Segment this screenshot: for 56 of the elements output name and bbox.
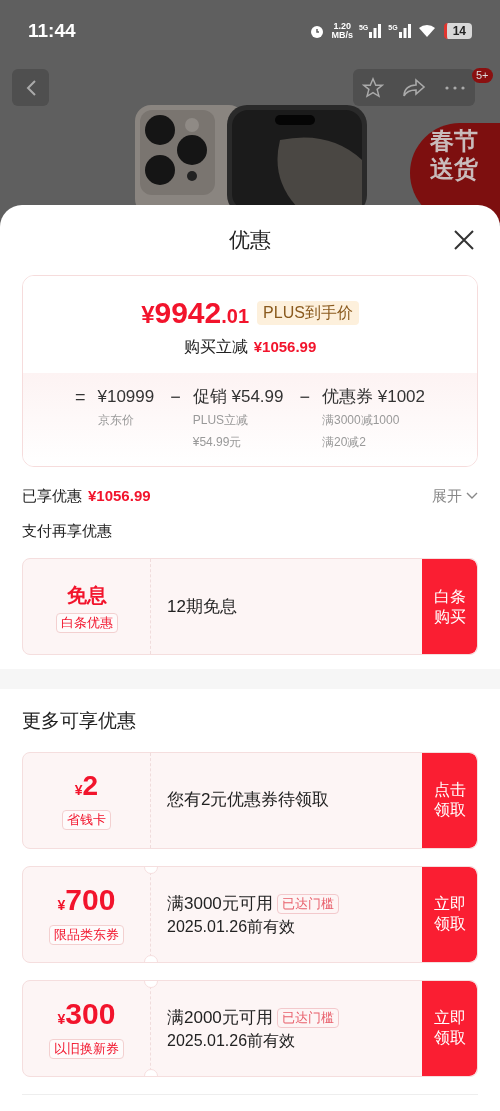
chevron-icon <box>466 492 478 501</box>
reduction-label: 购买立减 <box>183 337 248 357</box>
offer-headline: 免息 <box>66 582 107 608</box>
reduction-value: ¥1056.99 <box>253 336 317 357</box>
coupon-amount: ¥700 <box>57 883 116 918</box>
breakdown-note: 京东价 <box>97 412 135 429</box>
final-price: ¥9942.01 <box>141 295 250 331</box>
operator: − <box>299 386 310 409</box>
back-icon <box>24 78 37 97</box>
claim-button[interactable]: 立即 领取 <box>422 980 477 1076</box>
breakdown-note: ¥54.99元 <box>192 434 243 451</box>
section-title: 支付再享优惠 <box>22 520 113 541</box>
star-icon[interactable] <box>362 76 384 99</box>
section-title: 更多可享优惠 <box>22 709 137 733</box>
offer-description: 您有2元优惠券待领取 <box>167 789 330 812</box>
network-speed: 1.20 MB/s <box>331 22 353 40</box>
offer-description: 满3000元可用 <box>167 893 273 916</box>
signal-icon <box>397 24 412 38</box>
status-time: 11:44 <box>28 18 76 43</box>
threshold-badge: 已达门槛 <box>276 894 339 914</box>
sheet-title: 优惠 <box>229 227 271 254</box>
offer-description: 12期免息 <box>167 595 237 618</box>
coupon-amount: ¥300 <box>57 997 116 1032</box>
breakdown-amount: 优惠券 ¥1002 <box>322 386 425 408</box>
threshold-badge: 已达门槛 <box>276 1008 339 1028</box>
alarm-icon <box>309 23 326 39</box>
offer-description: 满2000元可用 <box>167 1007 273 1030</box>
enjoyed-value: ¥1056.99 <box>88 486 151 506</box>
claim-button[interactable]: 立即 领取 <box>422 866 477 962</box>
coupon-tag: 白条优惠 <box>55 612 118 633</box>
breakdown-amount: 促销 ¥54.99 <box>192 386 284 408</box>
close-icon[interactable] <box>452 228 476 252</box>
coupon-tag: 限品类东券 <box>49 924 124 945</box>
share-icon[interactable] <box>402 77 426 98</box>
claim-button[interactable]: 点击 领取 <box>422 752 477 848</box>
breakdown-amount: ¥10999 <box>97 386 155 408</box>
coupon-amount: ¥2 <box>74 770 99 803</box>
breakdown-note: 满20减2 <box>322 434 368 451</box>
expand-toggle[interactable]: 展开 <box>432 485 478 508</box>
breakdown-note: 满3000减1000 <box>322 412 401 429</box>
operator: − <box>170 386 181 409</box>
breakdown-note: PLUS立减 <box>192 412 250 429</box>
wifi-icon <box>417 24 436 38</box>
battery-indicator: 14 <box>443 23 472 39</box>
validity-text: 2025.01.26前有效 <box>167 916 297 937</box>
signal-icon <box>368 24 383 38</box>
enjoyed-label: 已享优惠 <box>22 486 82 506</box>
coupon-tag: 以旧换新券 <box>49 1038 124 1059</box>
more-icon[interactable] <box>444 84 466 91</box>
back-button[interactable] <box>12 69 49 106</box>
claim-button[interactable]: 白条 购买 <box>422 559 477 654</box>
operator: = <box>75 386 86 409</box>
notification-badge: 5+ <box>472 68 493 83</box>
coupon-tag: 省钱卡 <box>62 810 111 830</box>
plus-price-tag: PLUS到手价 <box>257 300 359 325</box>
validity-text: 2025.01.26前有效 <box>167 1030 297 1051</box>
